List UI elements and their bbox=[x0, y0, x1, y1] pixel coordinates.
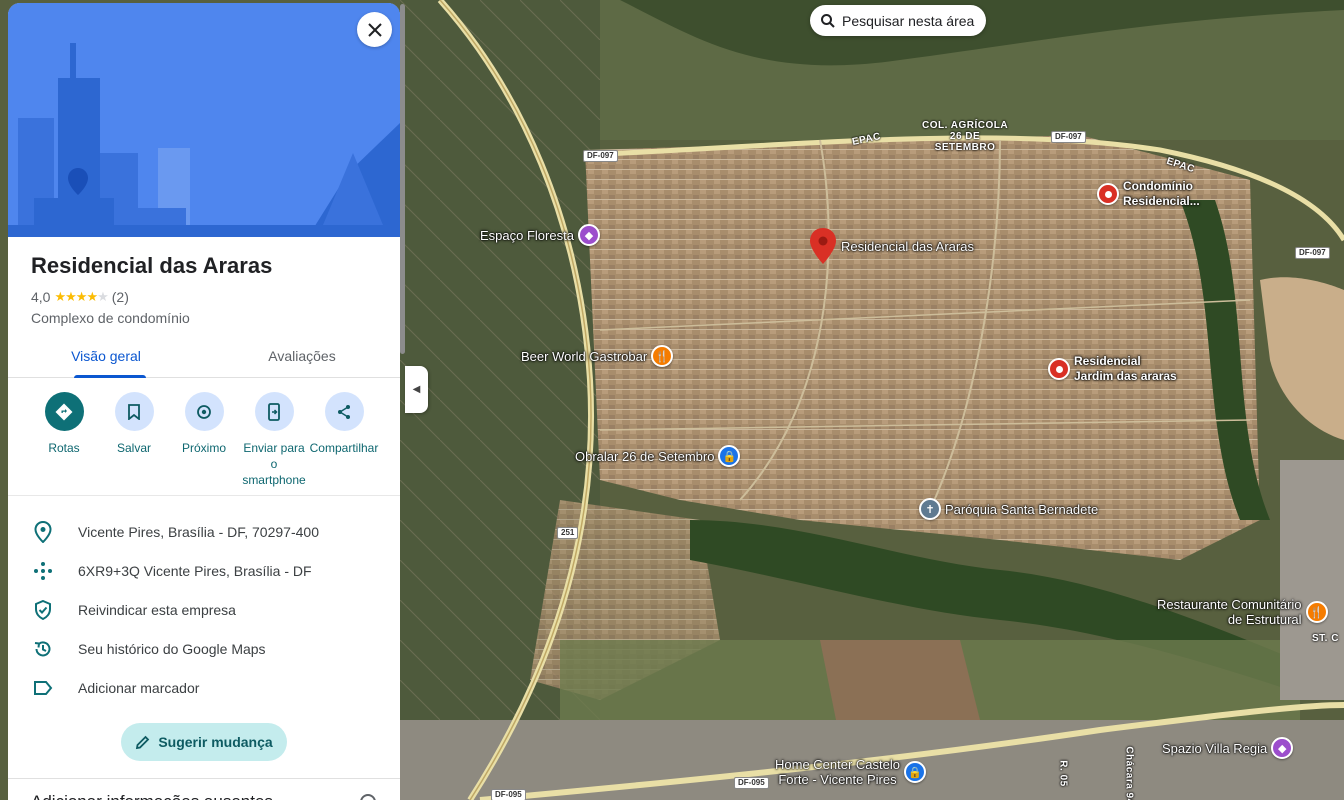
action-buttons: Rotas Salvar Próximo Enviar para o smart… bbox=[8, 392, 400, 496]
poi-home-center-castelo-forte[interactable]: Home Center Castelo Forte - Vicente Pire… bbox=[775, 757, 926, 787]
tab-overview[interactable]: Visão geral bbox=[8, 338, 204, 378]
share-icon bbox=[338, 404, 350, 419]
restaurant-pin-icon: 🍴 bbox=[651, 345, 674, 367]
info-row-history[interactable]: Seu histórico do Google Maps bbox=[8, 629, 400, 668]
missing-info-heading: Adicionar informações ausentes bbox=[31, 792, 273, 800]
place-hero-image bbox=[8, 3, 400, 237]
send-to-phone-button[interactable]: Enviar para o smartphone bbox=[239, 392, 309, 495]
road-shield: DF-095 bbox=[491, 789, 526, 800]
poi-espaco-floresta[interactable]: Espaço Floresta ◆ bbox=[480, 224, 600, 246]
shopping-pin-icon: 🔒 bbox=[904, 761, 926, 783]
tab-reviews[interactable]: Avaliações bbox=[204, 338, 400, 377]
action-label: Salvar bbox=[116, 441, 151, 455]
rating-stars: ★★★★★ bbox=[54, 289, 109, 305]
place-details-panel: Residencial das Araras 4,0 ★★★★★ (2) Com… bbox=[8, 3, 400, 800]
action-label: Compartilhar bbox=[309, 441, 379, 455]
area-label-st-c: ST. C bbox=[1312, 633, 1339, 644]
info-row-claim-business[interactable]: Reivindicar esta empresa bbox=[8, 590, 400, 629]
road-shield: DF-097 bbox=[1051, 131, 1086, 143]
road-shield: 251 bbox=[557, 527, 579, 539]
location-pin-icon bbox=[34, 520, 52, 543]
rating-value: 4,0 bbox=[31, 289, 51, 305]
chevron-left-icon: ◀ bbox=[412, 384, 421, 395]
bookmark-icon bbox=[128, 403, 140, 420]
poi-condominio-residencial[interactable]: Condomínio Residencial... bbox=[1097, 179, 1200, 209]
review-count[interactable]: (2) bbox=[112, 289, 129, 305]
restaurant-pin-icon: 🍴 bbox=[1305, 601, 1328, 623]
info-row-address[interactable]: Vicente Pires, Brasília - DF, 70297-400 bbox=[8, 512, 400, 551]
save-button[interactable]: Salvar bbox=[99, 392, 169, 495]
place-category[interactable]: Complexo de condomínio bbox=[31, 310, 190, 326]
history-icon bbox=[34, 640, 51, 656]
close-icon bbox=[367, 22, 382, 37]
selected-place-label[interactable]: Residencial das Araras bbox=[841, 239, 974, 254]
directions-icon bbox=[55, 403, 73, 420]
star-icon: ★ bbox=[54, 289, 66, 304]
info-address-text: Vicente Pires, Brasília - DF, 70297-400 bbox=[78, 523, 319, 540]
poi-residencial-jardim-das-araras[interactable]: Residencial Jardim das araras bbox=[1048, 354, 1177, 384]
road-shield: DF-095 bbox=[734, 777, 769, 789]
area-label-col-agricola: COL. AGRÍCOLA 26 DE SETEMBRO bbox=[922, 120, 1009, 153]
info-plus-code-text: 6XR9+3Q Vicente Pires, Brasília - DF bbox=[78, 562, 312, 579]
venue-pin-icon: ◆ bbox=[577, 224, 600, 246]
info-history-text: Seu histórico do Google Maps bbox=[78, 640, 266, 657]
shopping-pin-icon: 🔒 bbox=[718, 445, 741, 467]
search-this-area-button[interactable]: Pesquisar nesta área bbox=[810, 5, 987, 36]
plus-code-icon bbox=[34, 561, 52, 580]
suggest-edit-label: Sugerir mudança bbox=[158, 734, 273, 750]
place-tabs: Visão geral Avaliações bbox=[8, 338, 400, 378]
info-row-add-label[interactable]: Adicionar marcador bbox=[8, 668, 400, 707]
residential-pin-icon bbox=[1097, 183, 1119, 205]
panel-scrollbar[interactable] bbox=[400, 4, 405, 354]
verified-shield-icon bbox=[35, 599, 51, 620]
directions-button[interactable]: Rotas bbox=[29, 392, 99, 495]
poi-paroquia-santa-bernadete[interactable]: ✝ Paróquia Santa Bernadete bbox=[919, 498, 1098, 520]
star-empty-icon: ★ bbox=[97, 289, 109, 304]
info-claim-text: Reivindicar esta empresa bbox=[78, 601, 236, 618]
close-button[interactable] bbox=[357, 12, 392, 47]
star-icon: ★ bbox=[86, 289, 98, 304]
road-shield: DF-097 bbox=[583, 150, 618, 162]
rating-row[interactable]: 4,0 ★★★★★ (2) bbox=[31, 289, 129, 305]
place-info-list: Vicente Pires, Brasília - DF, 70297-400 … bbox=[8, 512, 400, 707]
search-this-area-label: Pesquisar nesta área bbox=[842, 12, 975, 29]
residential-pin-icon bbox=[1048, 358, 1070, 380]
area-label-street: Chácara 94 bbox=[1123, 746, 1135, 800]
divider bbox=[8, 778, 400, 779]
poi-spazio-villa-regia[interactable]: Spazio Villa Regia ◆ bbox=[1162, 737, 1294, 759]
poi-obralar[interactable]: Obralar 26 de Setembro 🔒 bbox=[575, 445, 741, 467]
map-pin-icon bbox=[810, 228, 836, 264]
share-button[interactable]: Compartilhar bbox=[309, 392, 379, 495]
poi-restaurante-comunitario[interactable]: Restaurante Comunitário de Estrutural 🍴 bbox=[1157, 597, 1328, 627]
poi-beer-world-gastrobar[interactable]: Beer World Gastrobar 🍴 bbox=[521, 345, 674, 367]
road-shield: DF-097 bbox=[1295, 247, 1330, 259]
action-label: Próximo bbox=[181, 441, 226, 455]
area-label-street: R. 05 bbox=[1057, 760, 1069, 787]
star-icon: ★ bbox=[65, 289, 77, 304]
city-illustration bbox=[8, 3, 400, 237]
collapse-panel-button[interactable]: ◀ bbox=[405, 366, 428, 413]
send-to-phone-icon bbox=[268, 402, 280, 421]
pencil-icon bbox=[136, 735, 150, 749]
info-add-label-text: Adicionar marcador bbox=[78, 679, 200, 696]
info-row-plus-code[interactable]: 6XR9+3Q Vicente Pires, Brasília - DF bbox=[8, 551, 400, 590]
nearby-button[interactable]: Próximo bbox=[169, 392, 239, 495]
venue-pin-icon: ◆ bbox=[1271, 737, 1294, 759]
suggest-edit-button[interactable]: Sugerir mudança bbox=[121, 723, 287, 761]
label-icon bbox=[34, 680, 53, 695]
info-icon[interactable] bbox=[360, 794, 376, 800]
place-title: Residencial das Araras bbox=[31, 253, 273, 278]
selected-place-pin[interactable] bbox=[810, 228, 836, 269]
church-pin-icon: ✝ bbox=[919, 498, 941, 520]
star-icon: ★ bbox=[75, 289, 88, 304]
action-label: Rotas bbox=[48, 441, 80, 455]
nearby-icon bbox=[197, 404, 211, 419]
action-label: Enviar para o smartphone bbox=[242, 441, 306, 487]
search-icon bbox=[821, 13, 835, 28]
